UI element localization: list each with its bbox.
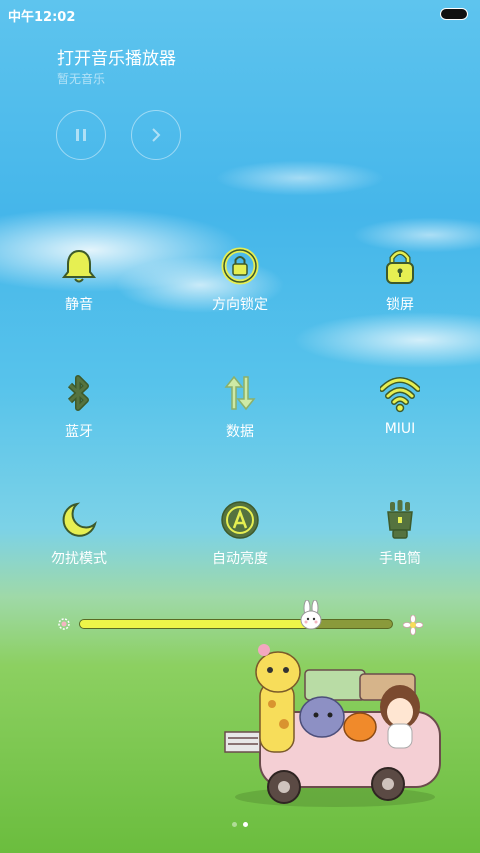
brightness-track[interactable] [79, 600, 393, 630]
wifi-icon [380, 377, 420, 413]
toggle-label: 方向锁定 [212, 297, 268, 313]
toggle-auto-brightness[interactable]: 自动亮度 [185, 500, 295, 590]
status-time: 中午12:02 [8, 10, 76, 25]
page-dot-active [243, 822, 248, 827]
page-indicator [0, 812, 480, 831]
status-bar: 中午12:02 [0, 0, 480, 26]
pause-icon [76, 129, 86, 141]
wallpaper-illustration [224, 644, 441, 807]
bell-icon [61, 249, 97, 283]
page-dot [232, 822, 237, 827]
auto-brightness-icon [221, 501, 259, 539]
data-arrows-icon [224, 375, 256, 411]
music-player-title[interactable]: 打开音乐播放器 [57, 44, 176, 69]
bluetooth-icon [67, 375, 89, 411]
toggle-label: 蓝牙 [65, 424, 93, 440]
next-button[interactable] [131, 110, 181, 160]
toggle-label: 手电筒 [379, 551, 421, 567]
toggle-do-not-disturb[interactable]: 勿扰模式 [24, 500, 134, 590]
brightness-fill [80, 620, 311, 628]
next-icon [152, 128, 161, 142]
toggle-rotation-lock[interactable]: 方向锁定 [185, 246, 295, 336]
music-player-subtitle: 暂无音乐 [57, 72, 106, 86]
toggle-data[interactable]: 数据 [185, 373, 295, 463]
toggle-wifi[interactable]: MIUI [345, 373, 455, 463]
toggle-bluetooth[interactable]: 蓝牙 [24, 373, 134, 463]
padlock-icon [386, 250, 414, 284]
toggle-label: 数据 [226, 424, 254, 440]
toggle-label: 自动亮度 [212, 551, 268, 567]
toggle-label: MIUI [384, 421, 416, 437]
bunny-thumb-icon[interactable] [298, 600, 324, 630]
brightness-slider[interactable] [55, 600, 427, 645]
brightness-high-icon [403, 615, 423, 635]
battery-icon [440, 8, 468, 20]
rotation-lock-icon [221, 247, 259, 285]
flashlight-icon [387, 500, 413, 539]
toggle-label: 静音 [65, 297, 93, 313]
toggle-label: 锁屏 [386, 297, 414, 313]
toggle-label: 勿扰模式 [51, 551, 107, 567]
toggle-flashlight[interactable]: 手电筒 [345, 500, 455, 590]
toggle-lock-screen[interactable]: 锁屏 [345, 246, 455, 336]
brightness-low-icon [58, 618, 70, 630]
pause-button[interactable] [56, 110, 106, 160]
moon-icon [62, 502, 97, 537]
toggle-silent[interactable]: 静音 [24, 246, 134, 336]
